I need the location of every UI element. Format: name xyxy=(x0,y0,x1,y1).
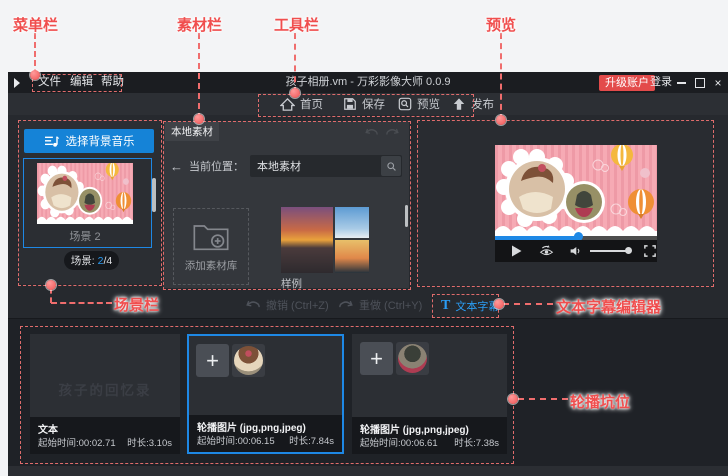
annotation-dot xyxy=(30,70,40,80)
annotation-dot xyxy=(508,394,518,404)
undo-button[interactable]: 撤销 (Ctrl+Z) xyxy=(245,297,329,313)
annotation-dot xyxy=(194,114,204,124)
undo-icon xyxy=(245,299,261,311)
maximize-icon xyxy=(695,78,705,88)
annotation-label-material-bar: 素材栏 xyxy=(177,14,222,35)
annotation-line xyxy=(198,33,200,119)
minimize-icon xyxy=(677,82,686,84)
annotation-box-toolbar xyxy=(258,94,474,117)
annotation-label-carousel-slot: 轮播坑位 xyxy=(570,391,630,412)
sidebar-toggle-icon[interactable] xyxy=(13,77,21,89)
annotation-line xyxy=(503,303,553,305)
maximize-button[interactable] xyxy=(693,72,707,93)
window-title: 孩子相册.vm - 万彩影像大师 0.0.9 xyxy=(285,72,450,93)
minimize-button[interactable] xyxy=(674,72,688,93)
screenshot-stage: 文件 编辑 帮助 孩子相册.vm - 万彩影像大师 0.0.9 升级账户 登录 … xyxy=(0,0,728,476)
close-button[interactable]: × xyxy=(711,72,725,93)
annotation-label-toolbar: 工具栏 xyxy=(274,14,319,35)
annotation-label-text-subtitle-editor: 文本字幕编辑器 xyxy=(556,296,661,317)
annotation-line xyxy=(51,302,112,304)
redo-button[interactable]: 重做 (Ctrl+Y) xyxy=(338,297,422,313)
annotation-line xyxy=(500,33,502,120)
annotation-box-carousel xyxy=(20,326,514,464)
annotation-dot xyxy=(496,115,506,125)
annotation-label-menu-bar: 菜单栏 xyxy=(13,14,58,35)
annotation-box-text-subtitle xyxy=(432,294,499,318)
annotation-box-scene-bar xyxy=(18,120,162,286)
annotation-dot xyxy=(494,299,504,309)
annotation-dot xyxy=(46,280,56,290)
annotation-label-preview: 预览 xyxy=(486,14,516,35)
redo-icon xyxy=(338,299,354,311)
annotation-dot xyxy=(290,88,300,98)
annotation-label-scene-bar: 场景栏 xyxy=(114,294,159,315)
status-bar xyxy=(8,466,728,476)
annotation-box-material-bar xyxy=(163,121,411,290)
annotation-line xyxy=(50,288,52,303)
upgrade-account-button[interactable]: 升级账户 xyxy=(599,75,655,91)
annotation-line xyxy=(518,398,568,400)
annotation-box-menu-bar xyxy=(32,74,122,92)
annotation-line xyxy=(294,33,296,93)
annotation-box-preview xyxy=(417,120,714,287)
annotation-line xyxy=(34,33,36,75)
login-button[interactable]: 登录 xyxy=(650,72,672,93)
